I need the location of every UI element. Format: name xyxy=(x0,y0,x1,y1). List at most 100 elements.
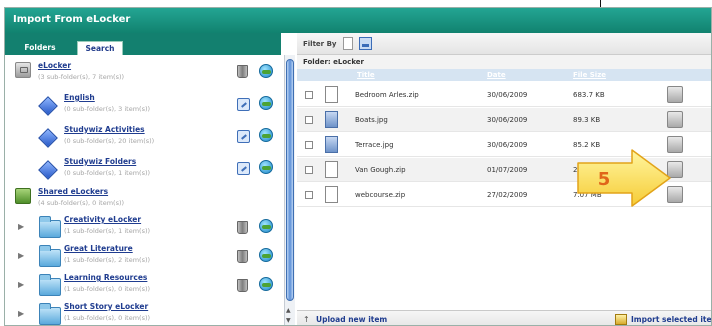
tree-node-title[interactable]: English xyxy=(64,93,95,102)
folder-tree: eLocker (3 sub-folder(s), 7 item(s)) Eng… xyxy=(5,55,281,325)
tree-node-subtitle: (1 sub-folder(s), 0 item(s)) xyxy=(64,314,151,322)
tree-node-subtitle: (0 sub-folder(s), 3 item(s)) xyxy=(64,105,151,113)
tree-node-subtitle: (1 sub-folder(s), 2 item(s)) xyxy=(64,256,151,264)
file-date: 30/06/2009 xyxy=(487,91,528,99)
column-date[interactable]: Date xyxy=(487,71,506,79)
file-size: 89.3 KB xyxy=(573,116,601,124)
select-checkbox[interactable] xyxy=(305,116,313,124)
tree-node-studywiz-activities[interactable]: Studywiz Activities (0 sub-folder(s), 20… xyxy=(5,122,281,158)
select-checkbox[interactable] xyxy=(305,141,313,149)
file-row[interactable]: Bedroom Arles.zip 30/06/2009 683.7 KB xyxy=(297,83,711,107)
select-checkbox[interactable] xyxy=(305,91,313,99)
tree-node-elocker[interactable]: eLocker (3 sub-folder(s), 7 item(s)) xyxy=(5,58,281,94)
filter-label: Filter By xyxy=(303,40,337,48)
zip-file-icon xyxy=(325,186,338,203)
image-filter-icon[interactable] xyxy=(359,37,372,50)
upload-icon[interactable]: ↑ xyxy=(303,315,312,324)
column-file-size[interactable]: File Size xyxy=(573,71,606,79)
tree-node-subtitle: (4 sub-folder(s), 0 item(s)) xyxy=(38,199,125,207)
edit-icon[interactable] xyxy=(237,130,250,143)
import-file-icon[interactable] xyxy=(667,86,683,103)
folder-icon xyxy=(39,274,61,296)
file-row[interactable]: Boats.jpg 30/06/2009 89.3 KB xyxy=(297,108,711,132)
tree-node-title[interactable]: Short Story eLocker xyxy=(64,302,148,311)
tree-node-english[interactable]: English (0 sub-folder(s), 3 item(s)) xyxy=(5,90,281,126)
tree-node-subtitle: (1 sub-folder(s), 0 item(s)) xyxy=(64,285,151,293)
import-globe-icon[interactable] xyxy=(259,128,273,142)
tree-node-title[interactable]: Studywiz Folders xyxy=(64,157,136,166)
tree-node-short-story-elocker[interactable]: ▶ Short Story eLocker (1 sub-folder(s), … xyxy=(5,299,281,325)
current-folder: Folder: eLocker xyxy=(297,55,711,69)
image-file-icon xyxy=(325,136,338,153)
import-globe-icon[interactable] xyxy=(259,277,273,291)
file-name: Van Gough.zip xyxy=(355,166,406,174)
edit-icon[interactable] xyxy=(237,162,250,175)
column-title[interactable]: Title xyxy=(357,71,375,79)
trash-icon[interactable] xyxy=(237,250,248,263)
tree-node-subtitle: (3 sub-folder(s), 7 item(s)) xyxy=(38,73,125,81)
import-selected-icon[interactable] xyxy=(615,314,627,325)
import-globe-icon[interactable] xyxy=(259,160,273,174)
tree-node-title[interactable]: Learning Resources xyxy=(64,273,147,282)
diamond-icon xyxy=(38,128,58,148)
import-globe-icon[interactable] xyxy=(259,219,273,233)
panel-footer: ↑ Upload new item Import selected items xyxy=(297,310,711,325)
file-size: 683.7 KB xyxy=(573,91,605,99)
select-checkbox[interactable] xyxy=(305,191,313,199)
tree-node-title[interactable]: eLocker xyxy=(38,61,71,70)
scrollbar-thumb[interactable] xyxy=(286,59,294,301)
edit-icon[interactable] xyxy=(237,98,250,111)
diamond-icon xyxy=(38,160,58,180)
expand-arrow-icon[interactable]: ▶ xyxy=(18,222,24,231)
file-date: 27/02/2009 xyxy=(487,191,528,199)
tree-node-title[interactable]: Shared eLockers xyxy=(38,187,108,196)
document-filter-icon[interactable] xyxy=(343,37,353,50)
file-date: 30/06/2009 xyxy=(487,116,528,124)
expand-arrow-icon[interactable]: ▶ xyxy=(18,309,24,318)
import-globe-icon[interactable] xyxy=(259,96,273,110)
trash-icon[interactable] xyxy=(237,279,248,292)
image-file-icon xyxy=(325,111,338,128)
file-name: Boats.jpg xyxy=(355,116,388,124)
folder-icon xyxy=(39,303,61,325)
trash-icon[interactable] xyxy=(237,65,248,78)
tree-node-subtitle: (0 sub-folder(s), 20 item(s)) xyxy=(64,137,155,145)
folder-panel: Folders Search eLocker (3 sub-folder(s),… xyxy=(5,33,281,325)
tree-node-title[interactable]: Creativity eLocker xyxy=(64,215,141,224)
file-name: webcourse.zip xyxy=(355,191,406,199)
shared-locker-icon xyxy=(15,188,31,204)
trash-icon[interactable] xyxy=(237,221,248,234)
tree-scrollbar[interactable]: ▲ ▼ xyxy=(284,55,295,325)
file-name: Bedroom Arles.zip xyxy=(355,91,419,99)
top-edge-mark xyxy=(600,0,601,7)
select-checkbox[interactable] xyxy=(305,166,313,174)
filter-bar: Filter By xyxy=(297,33,711,55)
tab-search[interactable]: Search xyxy=(77,41,123,55)
locker-icon xyxy=(15,62,31,78)
tree-node-subtitle: (0 sub-folder(s), 1 item(s)) xyxy=(64,169,151,177)
step-callout-arrow: 5 xyxy=(577,149,671,207)
tree-node-title[interactable]: Great Literature xyxy=(64,244,133,253)
expand-arrow-icon[interactable]: ▶ xyxy=(18,251,24,260)
import-globe-icon[interactable] xyxy=(259,64,273,78)
import-selected-items-link[interactable]: Import selected items xyxy=(631,315,711,324)
tree-node-subtitle: (1 sub-folder(s), 1 item(s)) xyxy=(64,227,151,235)
tree-node-title[interactable]: Studywiz Activities xyxy=(64,125,145,134)
file-date: 01/07/2009 xyxy=(487,166,528,174)
expand-arrow-icon[interactable]: ▶ xyxy=(18,280,24,289)
scroll-up-arrow-icon[interactable]: ▲ xyxy=(286,307,291,314)
folder-icon xyxy=(39,216,61,238)
window-title: Import From eLocker xyxy=(5,8,711,33)
file-name: Terrace.jpg xyxy=(355,141,394,149)
file-table-header: Title Date File Size xyxy=(297,69,711,81)
upload-new-item-link[interactable]: Upload new item xyxy=(316,315,387,324)
tab-folders[interactable]: Folders xyxy=(11,41,69,55)
diamond-icon xyxy=(38,96,58,116)
import-file-icon[interactable] xyxy=(667,111,683,128)
scroll-down-arrow-icon[interactable]: ▼ xyxy=(286,317,291,324)
folder-icon xyxy=(39,245,61,267)
zip-file-icon xyxy=(325,161,338,178)
import-globe-icon[interactable] xyxy=(259,248,273,262)
zip-file-icon xyxy=(325,86,338,103)
callout-arrow-shape xyxy=(577,149,671,207)
